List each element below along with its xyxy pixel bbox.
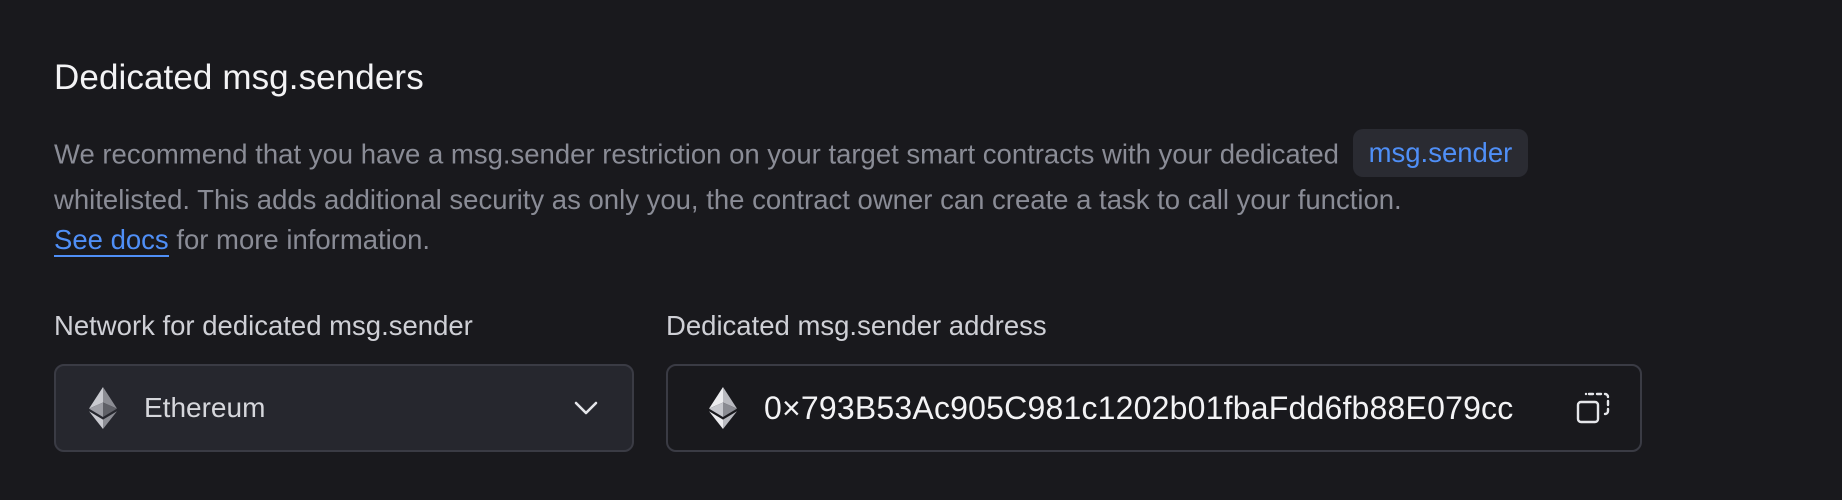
network-field-label: Network for dedicated msg.sender: [54, 310, 473, 341]
address-value: 0×793B53Ac905C981c1202b01fbaFdd6fb88E079…: [764, 389, 1514, 426]
description-text-1: We recommend that you have a msg.sender …: [54, 138, 1339, 170]
network-field: Network for dedicated msg.sender Ethereu…: [54, 308, 634, 452]
dedicated-senders-panel: Dedicated msg.senders We recommend that …: [0, 0, 1842, 500]
network-select[interactable]: Ethereum: [54, 364, 634, 452]
ethereum-icon: [88, 387, 118, 429]
section-description: We recommend that you have a msg.sender …: [54, 129, 1694, 260]
address-field: Dedicated msg.sender address 0×793B53Ac9…: [666, 308, 1642, 452]
address-field-label: Dedicated msg.sender address: [666, 310, 1047, 341]
section-title: Dedicated msg.senders: [54, 58, 424, 97]
address-display: 0×793B53Ac905C981c1202b01fbaFdd6fb88E079…: [666, 364, 1642, 452]
chevron-down-icon: [572, 394, 600, 422]
ethereum-icon: [708, 387, 738, 429]
fields-row: Network for dedicated msg.sender Ethereu…: [54, 308, 1642, 452]
network-select-value: Ethereum: [144, 392, 266, 423]
msg-sender-chip: msg.sender: [1352, 129, 1529, 177]
description-text-2: whitelisted. This adds additional securi…: [54, 184, 1402, 215]
see-docs-link[interactable]: See docs: [54, 224, 169, 257]
copy-icon[interactable]: [1576, 390, 1612, 426]
description-text-3: for more information.: [176, 224, 431, 255]
